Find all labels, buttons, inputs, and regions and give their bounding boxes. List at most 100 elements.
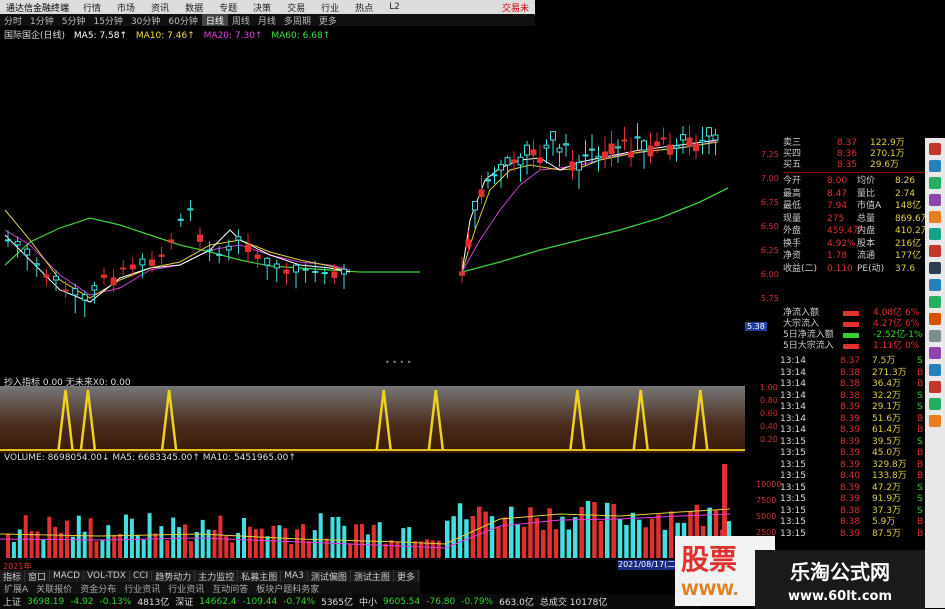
stat-cell: 1.78 bbox=[827, 251, 848, 261]
toolbar-icon[interactable] bbox=[929, 160, 941, 172]
menu-item[interactable]: 行业 bbox=[313, 1, 347, 14]
menu-item[interactable]: 资讯 bbox=[143, 1, 177, 14]
index-name[interactable]: 深证 bbox=[172, 595, 196, 608]
indicator-tick: 0.20 bbox=[760, 435, 778, 444]
period-tab[interactable]: 1分钟 bbox=[26, 14, 58, 27]
trade-status[interactable]: 交易未 bbox=[502, 1, 535, 14]
toolbar-icon[interactable] bbox=[929, 347, 941, 359]
extension-tab[interactable]: 互动问答 bbox=[208, 582, 252, 595]
extension-tabs: 扩展A 关联报价 资金分布 行业资讯 行业资讯 互动问答 板块户题科务家 bbox=[0, 582, 420, 594]
indicator-tab[interactable]: 窗口 bbox=[25, 570, 51, 582]
tick-row[interactable]: 13:15 8.38 5.9万 B bbox=[780, 517, 925, 529]
indicator-tab[interactable]: 主力监控 bbox=[195, 570, 239, 582]
indicator-tab[interactable]: MACD bbox=[50, 571, 85, 581]
toolbar-icon[interactable] bbox=[929, 245, 941, 257]
tick-row[interactable]: 13:14 8.39 51.6万 B bbox=[780, 414, 925, 426]
extension-tab[interactable]: 行业资讯 bbox=[120, 582, 164, 595]
period-tab[interactable]: 30分钟 bbox=[127, 14, 164, 27]
stat-row: 今开 8.00 均价 8.26 bbox=[745, 176, 925, 187]
tick-row[interactable]: 13:14 8.37 7.5万 S bbox=[780, 356, 925, 368]
menu-item[interactable]: 市场 bbox=[109, 1, 143, 14]
toolbar-icon[interactable] bbox=[929, 262, 941, 274]
menu-item[interactable]: 决策 bbox=[245, 1, 279, 14]
period-tab[interactable]: 周线 bbox=[228, 14, 254, 27]
toolbar-icon[interactable] bbox=[929, 398, 941, 410]
menu-item[interactable]: 专题 bbox=[211, 1, 245, 14]
tick-row[interactable]: 13:15 8.39 329.8万 B bbox=[780, 460, 925, 472]
menu-item[interactable]: 数据 bbox=[177, 1, 211, 14]
toolbar-icon[interactable] bbox=[929, 330, 941, 342]
indicator-tab[interactable]: 设置 bbox=[419, 570, 420, 582]
tick-row[interactable]: 13:14 8.38 32.2万 S bbox=[780, 391, 925, 403]
menu-item[interactable]: L2 bbox=[381, 2, 408, 12]
tick-row[interactable]: 13:14 8.38 271.3万 B bbox=[780, 368, 925, 380]
tick-row[interactable]: 13:15 8.39 47.2万 S bbox=[780, 483, 925, 495]
period-tab-selected[interactable]: 日线 bbox=[201, 14, 228, 26]
indicator-spike bbox=[79, 389, 97, 451]
candlestick-chart[interactable]: • • • • bbox=[0, 40, 745, 375]
period-tab[interactable]: 60分钟 bbox=[164, 14, 201, 27]
toolbar-icon[interactable] bbox=[929, 211, 941, 223]
indicator-tab[interactable]: VOL-TDX bbox=[84, 571, 130, 581]
toolbar-icon[interactable] bbox=[929, 364, 941, 376]
tick-row[interactable]: 13:14 8.39 29.1万 S bbox=[780, 402, 925, 414]
candle-body bbox=[91, 285, 98, 291]
menu-item[interactable]: 行情 bbox=[75, 1, 109, 14]
indicator-tab[interactable]: MA3 bbox=[281, 571, 308, 581]
tick-row[interactable]: 13:14 8.39 61.4万 B bbox=[780, 425, 925, 437]
menu-item[interactable]: 热点 bbox=[347, 1, 381, 14]
tick-row[interactable]: 13:15 8.39 39.5万 S bbox=[780, 437, 925, 449]
tick-row[interactable]: 13:15 8.39 91.9万 S bbox=[780, 494, 925, 506]
indicator-tab[interactable]: 趋势动力 bbox=[152, 570, 196, 582]
extension-tab[interactable]: 资金分布 bbox=[76, 582, 120, 595]
toolbar-icon[interactable] bbox=[929, 228, 941, 240]
date-label: 2021/08/17(二) bbox=[618, 560, 682, 570]
volume-bar bbox=[271, 525, 276, 558]
candle-body bbox=[197, 234, 203, 242]
extension-tab[interactable]: 关联报价 bbox=[32, 582, 76, 595]
indicator-tab[interactable]: CCI bbox=[130, 571, 153, 581]
volume-bar bbox=[147, 513, 152, 558]
tick-row[interactable]: 13:15 8.39 45.0万 B bbox=[780, 448, 925, 460]
ma60-line-right bbox=[461, 187, 729, 273]
volume-bar bbox=[194, 531, 199, 558]
toolbar-icon[interactable] bbox=[929, 415, 941, 427]
tick-row[interactable]: 13:14 8.38 36.4万 B bbox=[780, 379, 925, 391]
index-name[interactable]: 上证 bbox=[0, 595, 24, 608]
indicator-tab[interactable]: 更多 bbox=[394, 570, 419, 582]
tick-row[interactable]: 13:15 8.38 37.3万 S bbox=[780, 506, 925, 518]
indicator-tab[interactable]: 私募主图 bbox=[238, 570, 282, 582]
toolbar-icon[interactable] bbox=[929, 177, 941, 189]
stat-row: 最低 7.94 市值A 148亿 bbox=[745, 201, 925, 212]
volume-bar bbox=[605, 502, 610, 558]
candle-body bbox=[654, 141, 660, 147]
toolbar-icon[interactable] bbox=[929, 296, 941, 308]
tick-row[interactable]: 13:15 8.39 87.5万 B bbox=[780, 529, 925, 541]
indicator-tab[interactable]: 指标 bbox=[0, 570, 26, 582]
period-tab[interactable]: 月线 bbox=[254, 14, 280, 27]
period-tab[interactable]: 更多 bbox=[315, 14, 341, 27]
index-name[interactable]: 中小 bbox=[356, 595, 380, 608]
volume-chart[interactable] bbox=[0, 464, 745, 570]
period-tab[interactable]: 分时 bbox=[0, 14, 26, 27]
period-tab[interactable]: 15分钟 bbox=[89, 14, 126, 27]
tick-time: 13:15 bbox=[780, 448, 806, 458]
tick-row[interactable]: 13:15 8.40 133.8万 B bbox=[780, 471, 925, 483]
candle-body bbox=[485, 179, 491, 182]
period-tab[interactable]: 5分钟 bbox=[58, 14, 90, 27]
menu-item[interactable]: 交易 bbox=[279, 1, 313, 14]
tick-list[interactable]: 13:14 8.37 7.5万 S 13:14 8.38 271.3万 B 13:14 8.38 3… bbox=[780, 356, 925, 540]
index-amount: 4813亿 bbox=[137, 598, 170, 608]
toolbar-icon[interactable] bbox=[929, 313, 941, 325]
toolbar-icon[interactable] bbox=[929, 381, 941, 393]
extension-tab[interactable]: 扩展A bbox=[0, 582, 32, 595]
extension-tab[interactable]: 板块户题科务家 bbox=[252, 582, 323, 595]
indicator-tab[interactable]: 测试偏图 bbox=[308, 570, 351, 582]
candle-body bbox=[206, 249, 213, 252]
toolbar-icon[interactable] bbox=[929, 143, 941, 155]
period-tab[interactable]: 多周期 bbox=[280, 14, 315, 27]
toolbar-icon[interactable] bbox=[929, 194, 941, 206]
toolbar-icon[interactable] bbox=[929, 279, 941, 291]
indicator-tab[interactable]: 测试主图 bbox=[351, 570, 394, 582]
extension-tab[interactable]: 行业资讯 bbox=[164, 582, 208, 595]
